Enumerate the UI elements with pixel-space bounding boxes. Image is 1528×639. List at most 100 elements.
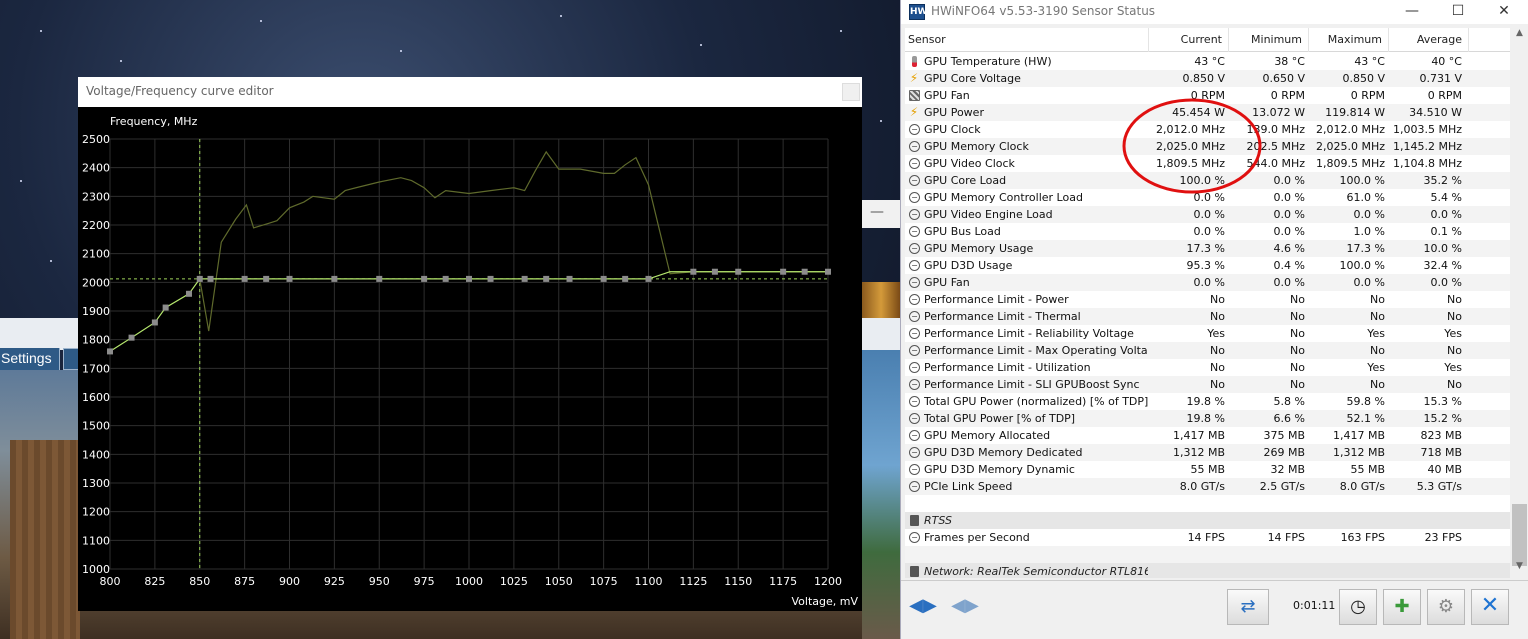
clock-icon: − bbox=[909, 294, 920, 305]
maximize-button[interactable]: ☐ bbox=[1435, 0, 1481, 24]
sensor-row[interactable]: − Performance Limit - Utilization No No Yes Y… bbox=[905, 359, 1511, 376]
current-value: 55 MB bbox=[1190, 463, 1225, 476]
sensor-name: Performance Limit - Thermal bbox=[924, 310, 1081, 323]
minimum-value: No bbox=[1290, 327, 1305, 340]
x-tick-label: 825 bbox=[144, 575, 165, 588]
vf-curve-point bbox=[735, 268, 742, 275]
sensor-name: Total GPU Power [% of TDP] bbox=[924, 412, 1076, 425]
maximum-value: Yes bbox=[1367, 327, 1385, 340]
minimum-value: 38 °C bbox=[1274, 55, 1305, 68]
average-value: No bbox=[1447, 378, 1462, 391]
sensor-row[interactable]: − Performance Limit - SLI GPUBoost Sync No… bbox=[905, 376, 1511, 393]
sensor-row[interactable]: − GPU Core Load 100.0 % 0.0 % 100.0 % 35.2 % bbox=[905, 172, 1511, 189]
game-banner bbox=[862, 282, 900, 318]
vf-curve-chart[interactable]: 800 825 850 875 900 925 950 975 1000 1025 1050 1075… bbox=[78, 107, 862, 611]
vf-curve-point bbox=[263, 275, 270, 282]
scroll-up-arrow-icon[interactable]: ▲ bbox=[1510, 28, 1528, 45]
vf-close-button[interactable] bbox=[842, 83, 860, 101]
scroll-thumb[interactable] bbox=[1512, 504, 1527, 566]
sensor-row[interactable]: − Total GPU Power [% of TDP] 19.8 % 6.6 % 52… bbox=[905, 410, 1511, 427]
vertical-scrollbar[interactable]: ▲ ▼ bbox=[1510, 28, 1528, 578]
add-report-button[interactable]: ✚ bbox=[1383, 589, 1421, 625]
vf-titlebar[interactable]: Voltage/Frequency curve editor bbox=[78, 77, 862, 107]
sensor-row[interactable]: − GPU D3D Memory Dynamic 55 MB 32 MB 55 MB 40… bbox=[905, 461, 1511, 478]
sensor-name: GPU Memory Clock bbox=[924, 140, 1029, 153]
clock-icon: − bbox=[909, 481, 920, 492]
sensor-name: GPU Memory Usage bbox=[924, 242, 1034, 255]
sensor-group-row[interactable]: Network: RealTek Semiconductor RTL8168/.… bbox=[905, 563, 1511, 578]
sensor-row[interactable]: − GPU Bus Load 0.0 % 0.0 % 1.0 % 0.1 % bbox=[905, 223, 1511, 240]
nav-left-button[interactable]: ◀▶ bbox=[903, 589, 943, 625]
sensor-row[interactable]: − GPU Clock 2,012.0 MHz 139.0 MHz 2,012.0 MH… bbox=[905, 121, 1511, 138]
sensor-name: GPU Memory Allocated bbox=[924, 429, 1051, 442]
y-tick-label: 2300 bbox=[82, 190, 110, 203]
minimum-value: No bbox=[1290, 310, 1305, 323]
sensor-group-row[interactable]: RTSS bbox=[905, 512, 1511, 529]
sensor-row[interactable]: − GPU D3D Memory Dedicated 1,312 MB 269 MB 1… bbox=[905, 444, 1511, 461]
scroll-down-arrow-icon[interactable]: ▼ bbox=[1510, 561, 1528, 578]
maximum-value: 100.0 % bbox=[1339, 259, 1385, 272]
sensor-row[interactable]: − Performance Limit - Max Operating Volta… bbox=[905, 342, 1511, 359]
vf-curve-point bbox=[196, 275, 203, 282]
sensor-row[interactable]: GPU Temperature (HW) 43 °C 38 °C 43 °C 40 °C bbox=[905, 53, 1511, 70]
sensor-row[interactable]: − Frames per Second 14 FPS 14 FPS 163 FPS 23 … bbox=[905, 529, 1511, 546]
x-tick-label: 1175 bbox=[769, 575, 797, 588]
vf-curve-point bbox=[107, 348, 113, 355]
average-value: 23 FPS bbox=[1424, 531, 1462, 544]
column-header-minimum[interactable]: Minimum bbox=[1229, 28, 1309, 52]
sensor-row[interactable]: − GPU Video Engine Load 0.0 % 0.0 % 0.0 % 0.0… bbox=[905, 206, 1511, 223]
maximum-value: 55 MB bbox=[1350, 463, 1385, 476]
sensor-row[interactable]: − GPU D3D Usage 95.3 % 0.4 % 100.0 % 32.4 % bbox=[905, 257, 1511, 274]
hwinfo-titlebar[interactable]: HW HWiNFO64 v5.53-3190 Sensor Status — ☐… bbox=[901, 0, 1528, 24]
minimize-button[interactable]: — bbox=[1389, 0, 1435, 24]
vf-curve-point bbox=[421, 275, 428, 282]
average-value: 1,145.2 MHz bbox=[1392, 140, 1462, 153]
vf-curve-point bbox=[543, 275, 550, 282]
clock-icon: − bbox=[909, 413, 920, 424]
close-button[interactable]: ✕ bbox=[1481, 0, 1527, 24]
sensor-name: GPU Core Load bbox=[924, 174, 1007, 187]
sensor-name: Frames per Second bbox=[924, 531, 1030, 544]
sensor-row[interactable]: − GPU Memory Allocated 1,417 MB 375 MB 1,417… bbox=[905, 427, 1511, 444]
settings-tab[interactable]: Settings bbox=[0, 348, 60, 370]
sensor-row[interactable]: − Performance Limit - Thermal No No No No bbox=[905, 308, 1511, 325]
sensor-row[interactable]: − GPU Memory Clock 2,025.0 MHz 202.5 MHz 2,0… bbox=[905, 138, 1511, 155]
sensor-row[interactable]: − GPU Fan 0.0 % 0.0 % 0.0 % 0.0 % bbox=[905, 274, 1511, 291]
average-value: 5.4 % bbox=[1430, 191, 1462, 204]
y-tick-label: 1700 bbox=[82, 362, 110, 375]
network-button[interactable]: ⇄ bbox=[1227, 589, 1269, 625]
sensor-row[interactable]: − GPU Video Clock 1,809.5 MHz 544.0 MHz 1,80… bbox=[905, 155, 1511, 172]
sensor-row[interactable]: − GPU Memory Usage 17.3 % 4.6 % 17.3 % 10.0 % bbox=[905, 240, 1511, 257]
vf-curve-point bbox=[207, 275, 214, 282]
clock-icon: − bbox=[909, 464, 920, 475]
sensor-row[interactable]: − Performance Limit - Reliability Voltage… bbox=[905, 325, 1511, 342]
sensor-row[interactable]: − Performance Limit - Power No No No No bbox=[905, 291, 1511, 308]
nav-right-button[interactable]: ◀▶ bbox=[945, 589, 985, 625]
sensor-row[interactable]: − GPU Memory Controller Load 0.0 % 0.0 % 61.… bbox=[905, 189, 1511, 206]
sensor-rows: GPU Temperature (HW) 43 °C 38 °C 43 °C 40 °C… bbox=[905, 53, 1511, 578]
column-header-current[interactable]: Current bbox=[1149, 28, 1229, 52]
maximum-value: 0.0 % bbox=[1353, 208, 1385, 221]
thermometer-icon bbox=[912, 56, 917, 67]
maximum-value: Yes bbox=[1367, 361, 1385, 374]
sensor-row[interactable]: ⚡ GPU Core Voltage 0.850 V 0.650 V 0.850 V 0.… bbox=[905, 70, 1511, 87]
sensor-row[interactable]: ⚡ GPU Power 45.454 W 13.072 W 119.814 W 34.51… bbox=[905, 104, 1511, 121]
column-header-average[interactable]: Average bbox=[1389, 28, 1469, 52]
sensor-row[interactable]: GPU Fan 0 RPM 0 RPM 0 RPM 0 RPM bbox=[905, 87, 1511, 104]
clock-button[interactable]: ◷ bbox=[1339, 589, 1377, 625]
sensor-name: GPU Fan bbox=[924, 89, 970, 102]
column-header-maximum[interactable]: Maximum bbox=[1309, 28, 1389, 52]
column-header-sensor[interactable]: Sensor bbox=[905, 28, 1149, 52]
vf-curve-point bbox=[825, 268, 831, 275]
minimum-value: 0.0 % bbox=[1273, 225, 1305, 238]
settings-button[interactable]: ⚙ bbox=[1427, 589, 1465, 625]
fan-icon bbox=[909, 90, 920, 101]
close-sensors-button[interactable]: ✕ bbox=[1471, 589, 1509, 625]
sensor-row[interactable]: − PCIe Link Speed 8.0 GT/s 2.5 GT/s 8.0 GT/s… bbox=[905, 478, 1511, 495]
vf-curve-point bbox=[128, 334, 135, 341]
x-tick-label: 800 bbox=[100, 575, 121, 588]
sensor-row[interactable]: − Total GPU Power (normalized) [% of TDP]… bbox=[905, 393, 1511, 410]
current-value: 0.0 % bbox=[1193, 225, 1225, 238]
star bbox=[700, 44, 702, 46]
sensor-table-header: Sensor Current Minimum Maximum Average bbox=[905, 28, 1511, 52]
